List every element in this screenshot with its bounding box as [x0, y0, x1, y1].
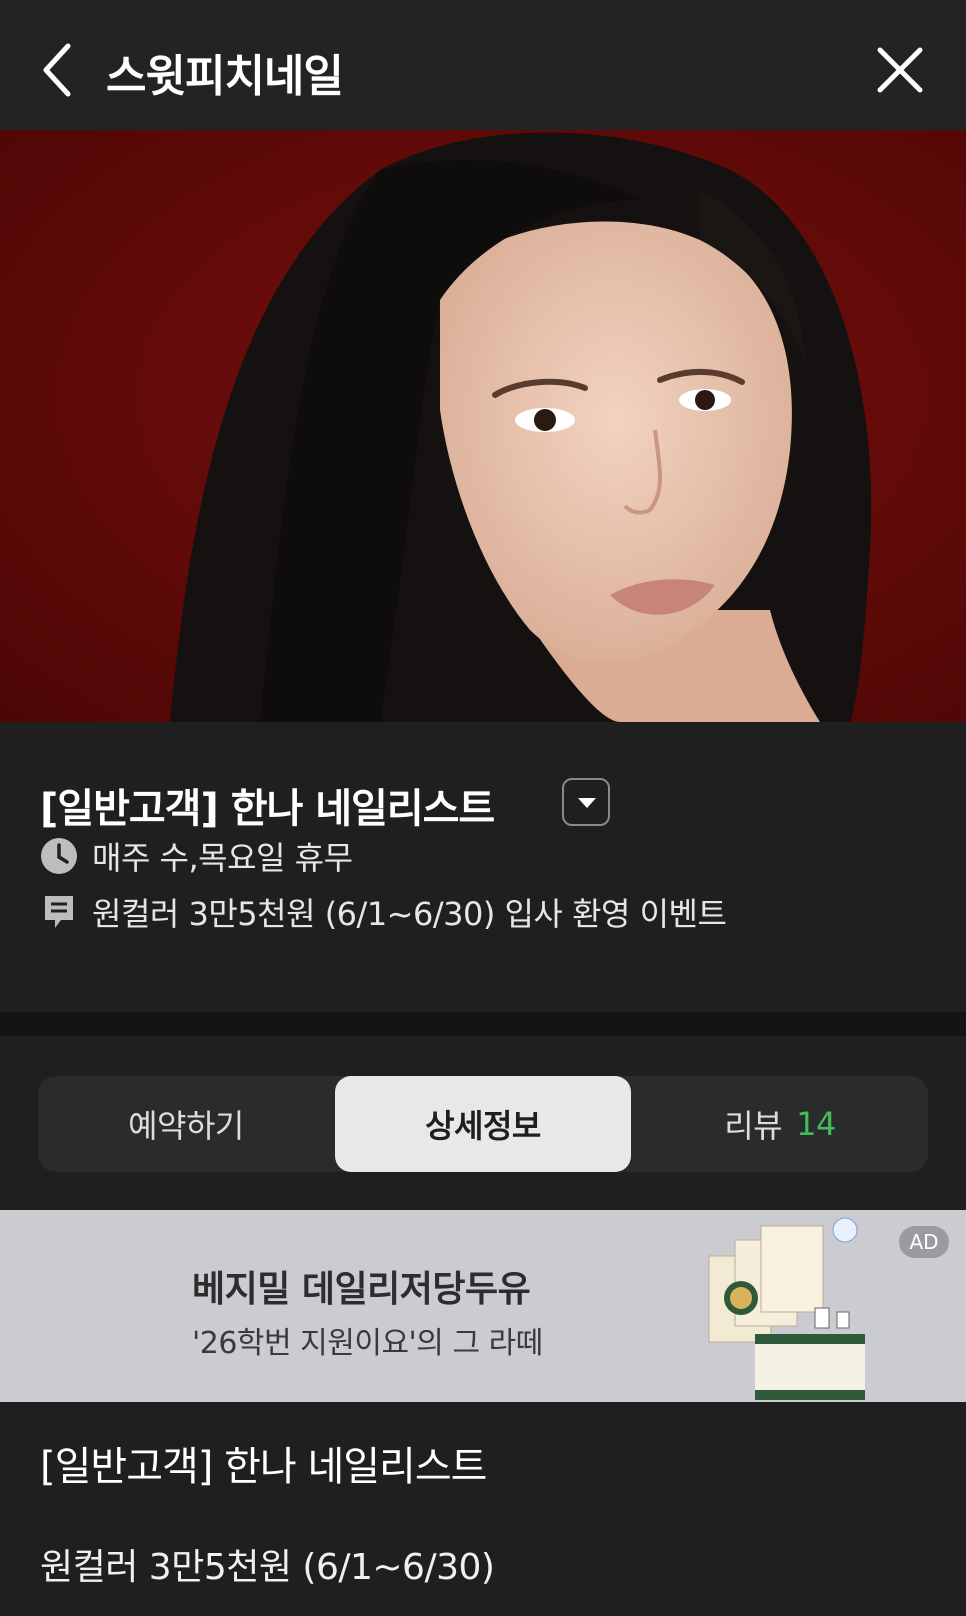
- ad-badge: AD: [899, 1226, 949, 1258]
- ad-product-image: [708, 1217, 865, 1400]
- top-bar: 스윗피치네일: [0, 0, 966, 130]
- section-divider: [0, 1012, 966, 1036]
- notice-text: 원컬러 3만5천원 (6/1~6/30) 입사 환영 이벤트: [92, 895, 727, 933]
- notice-row: 원컬러 3만5천원 (6/1~6/30) 입사 환영 이벤트: [40, 890, 727, 934]
- close-icon[interactable]: [876, 46, 924, 94]
- review-count: 14: [796, 1105, 836, 1143]
- staff-info: [일반고객] 한나 네일리스트 매주 수,목요일 휴무 원컬러 3만5천원 (6…: [0, 722, 966, 1012]
- memo-icon: [45, 896, 73, 928]
- closed-days-row: 매주 수,목요일 휴무: [40, 834, 353, 878]
- shop-detail-page: 스윗피치네일 [일반고객] 한나 네일리스트 매주 수,목요일 휴무 원컬러 3…: [0, 0, 966, 1616]
- detail-title: [일반고객] 한나 네일리스트: [40, 1444, 487, 1490]
- detail-text: 원컬러 3만5천원 (6/1~6/30): [40, 1547, 495, 1588]
- caret-down-icon: [578, 798, 596, 808]
- back-icon[interactable]: [38, 40, 78, 100]
- tab-reviews[interactable]: 리뷰 14: [632, 1076, 928, 1172]
- tab-booking-label: 예약하기: [128, 1107, 244, 1145]
- ad-banner[interactable]: 베지밀 데일리저당두유 '26학번 지원이요'의 그 라떼 AD: [0, 1210, 966, 1402]
- staff-name: [일반고객] 한나 네일리스트: [40, 786, 495, 832]
- ad-title: 베지밀 데일리저당두유: [192, 1269, 531, 1310]
- tab-details-label: 상세정보: [425, 1107, 541, 1145]
- closed-days-text: 매주 수,목요일 휴무: [92, 839, 353, 877]
- tab-reviews-label: 리뷰: [724, 1107, 783, 1145]
- staff-profile-photo: [0, 130, 966, 722]
- tab-details[interactable]: 상세정보: [335, 1076, 631, 1172]
- page-title: 스윗피치네일: [106, 51, 344, 102]
- tab-bar: 예약하기 상세정보 리뷰 14: [38, 1076, 928, 1172]
- detail-section: [일반고객] 한나 네일리스트 원컬러 3만5천원 (6/1~6/30): [0, 1402, 966, 1616]
- staff-dropdown-button[interactable]: [562, 778, 610, 826]
- tab-booking[interactable]: 예약하기: [38, 1076, 334, 1172]
- ad-subtitle: '26학번 지원이요'의 그 라떼: [192, 1326, 543, 1361]
- clock-icon: [41, 838, 77, 874]
